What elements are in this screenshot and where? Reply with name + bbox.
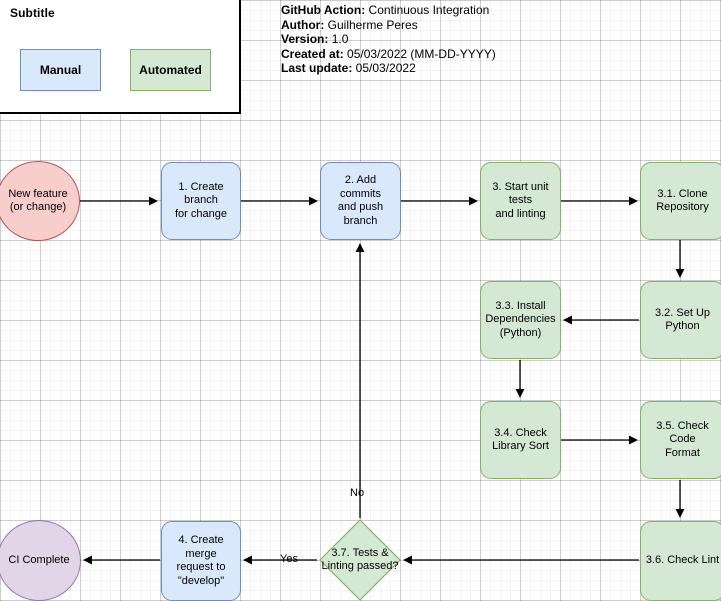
node-1-label: 1. Create branch for change (165, 181, 237, 222)
meta-row-author: Author: Guilherme Peres (281, 18, 496, 33)
node-3-4-check-library-sort[interactable]: 3.4. Check Library Sort (480, 401, 561, 479)
node-3-1-label: 3.1. Clone Repository (656, 188, 709, 215)
node-3-1-line2: Repository (656, 201, 709, 213)
node-4-line1: 4. Create merge (178, 534, 224, 560)
meta-row-last-update: Last update: 05/03/2022 (281, 61, 496, 76)
node-ci-complete-label: CI Complete (8, 554, 69, 568)
edge-label-no: No (350, 487, 365, 499)
node-3-7-line2: Linting passed? (321, 560, 399, 572)
meta-value-github-action: Continuous Integration (365, 3, 490, 17)
meta-key-version: Version: (281, 32, 329, 46)
node-new-feature[interactable]: New feature (or change) (0, 161, 80, 241)
node-3-7-label: 3.7. Tests & Linting passed? (307, 519, 413, 601)
node-3-5-label: 3.5. Check Code Format (644, 420, 721, 461)
node-4-create-merge-request[interactable]: 4. Create merge request to "develop" (161, 521, 241, 601)
node-ci-complete-line1: CI Complete (8, 553, 70, 566)
node-3-3-label: 3.3. Install Dependencies (Python) (485, 300, 555, 341)
node-3-7-tests-linting-passed[interactable]: 3.7. Tests & Linting passed? (319, 519, 401, 601)
meta-value-last-update: 05/03/2022 (352, 61, 416, 75)
node-3-7-line1: 3.7. Tests & (331, 546, 389, 559)
meta-value-created-at: 05/03/2022 (MM-DD-YYYY) (343, 46, 496, 61)
node-3-6-line1: 3.6. Check Lint (645, 554, 720, 567)
legend-box: Subtitle Manual Automated (0, 0, 241, 114)
flowchart-canvas: Subtitle Manual Automated GitHub Action:… (0, 0, 721, 601)
node-3-line2: and linting (495, 207, 546, 220)
node-3-3-line3: (Python) (499, 326, 542, 339)
meta-row-github-action: GitHub Action: Continuous Integration (281, 3, 496, 18)
node-3-3-line1: 3.3. Install (495, 299, 546, 312)
document-metadata: GitHub Action: Continuous Integration Au… (281, 3, 496, 76)
node-3-2-set-up-python[interactable]: 3.2. Set Up Python (640, 281, 721, 359)
meta-key-last-update: Last update: (281, 61, 353, 75)
node-3-label: 3. Start unit tests and linting (484, 181, 557, 222)
meta-value-version: 1.0 (328, 32, 349, 46)
node-3-5-check-code-format[interactable]: 3.5. Check Code Format (640, 401, 721, 479)
node-new-feature-label: New feature (or change) (8, 188, 67, 215)
meta-key-created-at: Created at: (281, 46, 344, 61)
node-3-3-install-dependencies[interactable]: 3.3. Install Dependencies (Python) (480, 281, 561, 359)
legend-chip-automated: Automated (130, 49, 211, 91)
node-3-4-label: 3.4. Check Library Sort (492, 427, 549, 454)
node-3-5-line2: Format (665, 446, 700, 459)
node-ci-complete[interactable]: CI Complete (0, 520, 81, 601)
node-3-2-line1: 3.2. Set Up (654, 306, 711, 319)
node-3-1-clone-repository[interactable]: 3.1. Clone Repository (640, 162, 721, 240)
legend-title: Subtitle (10, 6, 55, 20)
node-3-6-check-lint[interactable]: 3.6. Check Lint (640, 521, 721, 601)
node-3-3-line2: Dependencies (485, 313, 556, 326)
node-3-line1: 3. Start unit tests (492, 180, 549, 207)
node-2-line2: and push branch (337, 201, 384, 227)
legend-chip-manual-label: Manual (39, 63, 82, 77)
node-3-start-unit-tests[interactable]: 3. Start unit tests and linting (480, 162, 561, 240)
node-1-create-branch[interactable]: 1. Create branch for change (161, 162, 241, 240)
node-3-6-label: 3.6. Check Lint (646, 554, 719, 568)
node-3-2-label: 3.2. Set Up Python (655, 307, 710, 334)
meta-value-author: Guilherme Peres (324, 17, 418, 32)
node-3-5-line1: 3.5. Check Code (656, 419, 709, 446)
node-4-line2: request to (176, 561, 226, 573)
legend-chip-manual: Manual (20, 49, 101, 91)
node-4-line3: "develop" (177, 574, 225, 587)
node-3-4-line1: 3.4. Check (494, 426, 547, 439)
node-2-add-commits[interactable]: 2. Add commits and push branch (320, 162, 401, 240)
node-4-label: 4. Create merge request to "develop" (165, 534, 237, 588)
edge-label-yes: Yes (280, 553, 298, 565)
node-3-4-line2: Library Sort (492, 440, 549, 452)
meta-row-created-at: Created at: 05/03/2022 (MM-DD-YYYY) (281, 47, 496, 62)
node-1-line2: for change (175, 207, 227, 220)
node-2-label: 2. Add commits and push branch (324, 174, 397, 228)
node-new-feature-line1: New feature (8, 187, 68, 200)
node-1-line1: 1. Create branch (178, 180, 224, 207)
node-3-1-line1: 3.1. Clone (657, 187, 708, 200)
node-new-feature-line2: (or change) (9, 201, 67, 213)
meta-key-github-action: GitHub Action: (281, 3, 366, 17)
legend-chip-automated-label: Automated (139, 63, 202, 77)
node-2-line1: 2. Add commits (340, 174, 381, 200)
node-3-2-line2: Python (665, 320, 700, 332)
meta-row-version: Version: 1.0 (281, 32, 496, 47)
meta-key-author: Author: (281, 17, 325, 32)
